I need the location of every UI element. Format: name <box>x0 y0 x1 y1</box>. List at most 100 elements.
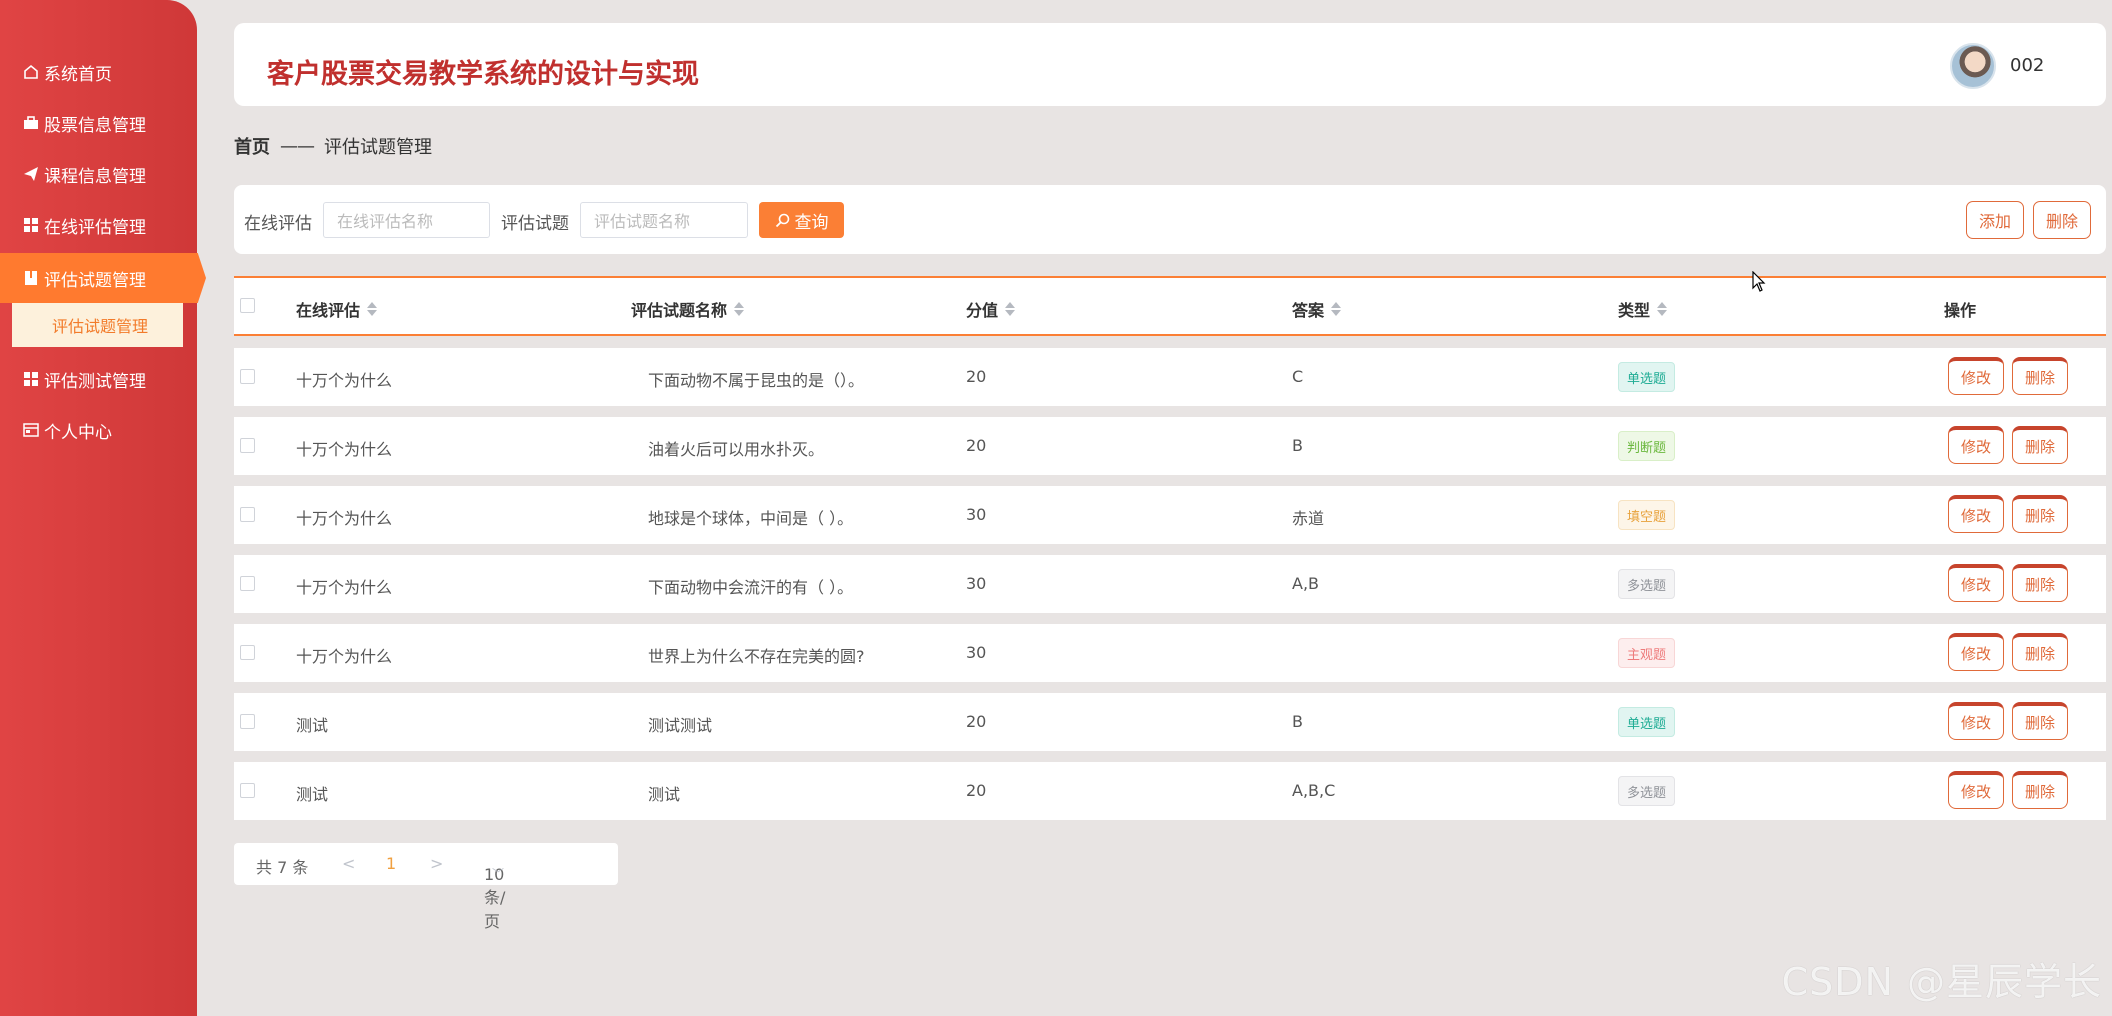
cell-answer: B <box>1292 436 1303 455</box>
cell-question: 下面动物中会流汗的有（ ）。 <box>648 578 854 597</box>
cell-question: 下面动物不属于昆虫的是（）。 <box>648 371 865 390</box>
edit-button[interactable]: 修改 <box>1948 771 2004 809</box>
cell-question: 地球是个球体，中间是（ ）。 <box>648 509 854 528</box>
breadcrumb-current: 评估试题管理 <box>324 137 432 158</box>
delete-button[interactable]: 删除 <box>2012 495 2068 533</box>
delete-button[interactable]: 删除 <box>2012 426 2068 464</box>
cell-assessment: 十万个为什么 <box>296 371 393 390</box>
query-button-label: 查询 <box>794 212 829 233</box>
delete-button[interactable]: 删除 <box>2012 357 2068 395</box>
cell-score: 30 <box>966 643 987 662</box>
row-checkbox[interactable] <box>240 645 255 660</box>
row-checkbox[interactable] <box>240 438 255 453</box>
sidebar-item-question-management[interactable]: 评估试题管理 <box>0 253 206 303</box>
type-badge: 单选题 <box>1618 362 1676 392</box>
cell-answer: A,B,C <box>1292 781 1336 800</box>
sidebar-item-stock[interactable]: 股票信息管理 <box>0 98 197 148</box>
sidebar-item-label: 课程信息管理 <box>44 166 146 187</box>
page-number[interactable]: 1 <box>386 854 396 873</box>
submenu-item-label: 评估试题管理 <box>52 317 149 336</box>
delete-button[interactable]: 删除 <box>2012 702 2068 740</box>
prev-page-button[interactable]: < <box>342 854 355 873</box>
question-search-input[interactable]: 评估试题名称 <box>580 202 748 238</box>
type-badge: 多选题 <box>1618 569 1676 599</box>
sidebar-item-label: 股票信息管理 <box>44 115 146 136</box>
submenu-item-question-management[interactable]: 评估试题管理 <box>12 303 183 347</box>
question-label: 评估试题 <box>501 214 569 234</box>
watermark: CSDN @星辰学长 <box>1781 960 2102 1004</box>
delete-button[interactable]: 删除 <box>2012 771 2068 809</box>
edit-button[interactable]: 修改 <box>1948 495 2004 533</box>
table-row: 十万个为什么 下面动物中会流汗的有（ ）。 30 A,B 多选题 修改 删除 <box>234 555 2106 613</box>
edit-button[interactable]: 修改 <box>1948 564 2004 602</box>
avatar[interactable] <box>1950 43 1996 89</box>
cell-assessment: 十万个为什么 <box>296 647 393 666</box>
column-header-question[interactable]: 评估试题名称 <box>631 297 745 321</box>
sort-icon[interactable] <box>367 302 378 316</box>
pagination: 共 7 条 < 1 > 10条/页 ﹀ <box>234 843 618 931</box>
column-header-score[interactable]: 分值 <box>966 297 1016 321</box>
column-header-label: 类型 <box>1618 301 1651 320</box>
row-checkbox[interactable] <box>240 714 255 729</box>
table-row: 十万个为什么 下面动物不属于昆虫的是（）。 20 C 单选题 修改 删除 <box>234 348 2106 406</box>
sidebar-item-label: 在线评估管理 <box>44 217 146 238</box>
sort-icon[interactable] <box>734 302 745 316</box>
sort-icon[interactable] <box>1331 302 1342 316</box>
sidebar-item-online-assessment[interactable]: 在线评估管理 <box>0 200 197 250</box>
type-badge: 单选题 <box>1618 707 1676 737</box>
table-row: 测试 测试 20 A,B,C 多选题 修改 删除 <box>234 762 2106 820</box>
id-card-icon <box>22 421 40 439</box>
column-header-label: 答案 <box>1292 301 1325 320</box>
cell-answer: C <box>1292 367 1304 386</box>
sidebar-item-profile[interactable]: 个人中心 <box>0 405 197 455</box>
column-header-assessment[interactable]: 在线评估 <box>296 297 378 321</box>
edit-button[interactable]: 修改 <box>1948 357 2004 395</box>
cell-assessment: 十万个为什么 <box>296 440 393 459</box>
cell-score: 30 <box>966 505 987 524</box>
breadcrumb-home[interactable]: 首页 <box>234 133 270 159</box>
edit-button[interactable]: 修改 <box>1948 702 2004 740</box>
sidebar-item-course[interactable]: 课程信息管理 <box>0 149 197 199</box>
type-badge: 填空题 <box>1618 500 1676 530</box>
type-badge: 判断题 <box>1618 431 1676 461</box>
assessment-search-input[interactable]: 在线评估名称 <box>323 202 490 238</box>
mouse-cursor-icon <box>1752 270 1766 297</box>
edit-button[interactable]: 修改 <box>1948 426 2004 464</box>
breadcrumb-separator: —— <box>280 135 315 157</box>
cell-score: 20 <box>966 712 987 731</box>
sidebar-item-label: 个人中心 <box>44 422 112 443</box>
next-page-button[interactable]: > <box>430 854 443 873</box>
edit-button[interactable]: 修改 <box>1948 633 2004 671</box>
chevron-down-icon: ﹀ <box>492 867 505 881</box>
breadcrumb: 首页 —— 评估试题管理 <box>234 133 432 159</box>
delete-button[interactable]: 删除 <box>2012 564 2068 602</box>
column-header-type[interactable]: 类型 <box>1618 297 1668 321</box>
cell-question: 世界上为什么不存在完美的圆? <box>648 647 865 666</box>
batch-delete-button[interactable]: 删除 <box>2033 201 2091 239</box>
table-row: 测试 测试测试 20 B 单选题 修改 删除 <box>234 693 2106 751</box>
column-header-label: 评估试题名称 <box>631 301 728 320</box>
sidebar: 系统首页 股票信息管理 课程信息管理 在线评估管理 评估试题管理 评估试题管理 … <box>0 0 206 1016</box>
add-button[interactable]: 添加 <box>1966 201 2024 239</box>
select-all-checkbox[interactable] <box>240 298 255 313</box>
column-header-actions: 操作 <box>1944 301 1977 320</box>
column-header-answer[interactable]: 答案 <box>1292 297 1342 321</box>
table-header: 在线评估 评估试题名称 分值 答案 类型 操作 <box>234 276 2106 336</box>
sidebar-item-test-management[interactable]: 评估测试管理 <box>0 354 197 404</box>
row-checkbox[interactable] <box>240 783 255 798</box>
app-title: 客户股票交易教学系统的设计与实现 <box>267 59 699 90</box>
sort-icon[interactable] <box>1005 302 1016 316</box>
row-checkbox[interactable] <box>240 369 255 384</box>
query-button[interactable]: 查询 <box>759 202 844 238</box>
sidebar-item-home[interactable]: 系统首页 <box>0 47 197 97</box>
sort-icon[interactable] <box>1657 302 1668 316</box>
username[interactable]: 002 <box>2010 55 2044 76</box>
row-checkbox[interactable] <box>240 576 255 591</box>
row-checkbox[interactable] <box>240 507 255 522</box>
cell-answer: B <box>1292 712 1303 731</box>
table-row: 十万个为什么 世界上为什么不存在完美的圆? 30 主观题 修改 删除 <box>234 624 2106 682</box>
delete-button[interactable]: 删除 <box>2012 633 2068 671</box>
cell-question: 油着火后可以用水扑灭。 <box>648 440 825 459</box>
cell-answer: 赤道 <box>1292 509 1325 528</box>
book-icon <box>22 269 40 287</box>
